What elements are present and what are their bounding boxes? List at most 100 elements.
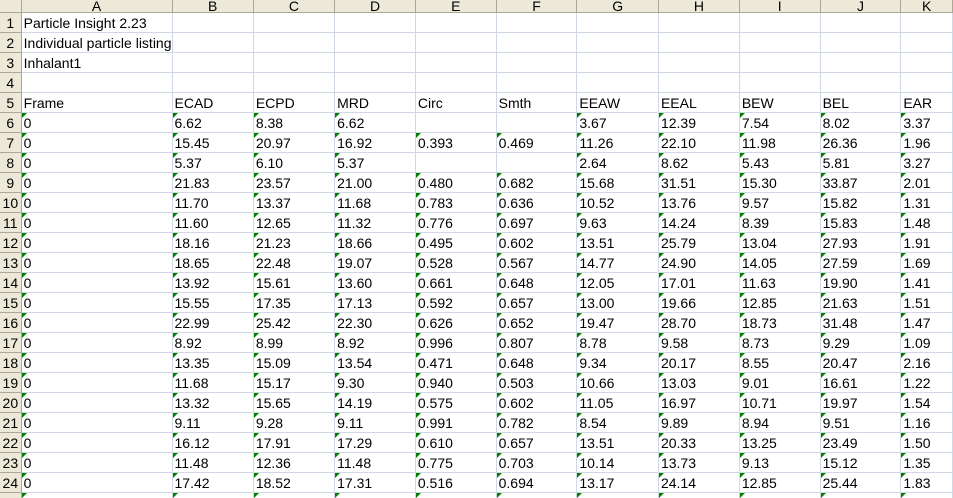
cell-d5[interactable]: MRD: [334, 92, 416, 113]
cell-g2[interactable]: [576, 32, 659, 53]
cell-h20[interactable]: 16.97: [658, 392, 740, 413]
cell-a5[interactable]: Frame: [21, 92, 173, 113]
cell-d18[interactable]: 13.54: [334, 352, 416, 373]
cell-g19[interactable]: 10.66: [576, 372, 659, 393]
cell-e5[interactable]: Circ: [415, 92, 497, 113]
cell-f1[interactable]: [496, 12, 578, 33]
cell-k24[interactable]: 1.83: [900, 472, 953, 493]
cell-c6[interactable]: 8.38: [253, 112, 336, 133]
cell-c16[interactable]: 25.42: [253, 312, 336, 333]
cell-k21[interactable]: 1.16: [900, 412, 953, 433]
cell-k25[interactable]: 1.20: [900, 492, 953, 498]
cell-c20[interactable]: 15.65: [253, 392, 336, 413]
cell-j23[interactable]: 15.12: [820, 452, 902, 473]
cell-g22[interactable]: 13.51: [576, 432, 659, 453]
cell-g13[interactable]: 14.77: [576, 252, 659, 273]
cell-c13[interactable]: 22.48: [253, 252, 336, 273]
cell-a13[interactable]: 0: [21, 252, 173, 273]
cell-d14[interactable]: 13.60: [334, 272, 416, 293]
cell-e4[interactable]: [415, 72, 497, 93]
cell-k19[interactable]: 1.22: [900, 372, 953, 393]
row-header[interactable]: 8: [0, 152, 22, 173]
cell-k7[interactable]: 1.96: [900, 132, 953, 153]
cell-f6[interactable]: [496, 112, 578, 133]
cell-f10[interactable]: 0.636: [496, 192, 578, 213]
cell-b7[interactable]: 15.45: [172, 132, 254, 153]
cell-a2[interactable]: Individual particle listing: [21, 32, 173, 53]
row-header[interactable]: 12: [0, 232, 22, 253]
cell-f7[interactable]: 0.469: [496, 132, 578, 153]
column-header-h[interactable]: H: [658, 0, 740, 13]
cell-j24[interactable]: 25.44: [820, 472, 902, 493]
cell-f25[interactable]: 0.927: [496, 492, 578, 498]
cell-b15[interactable]: 15.55: [172, 292, 254, 313]
cell-e9[interactable]: 0.480: [415, 172, 497, 193]
cell-i22[interactable]: 13.25: [739, 432, 821, 453]
cell-j11[interactable]: 15.83: [820, 212, 902, 233]
cell-a1[interactable]: Particle Insight 2.23: [21, 12, 173, 33]
cell-k10[interactable]: 1.31: [900, 192, 953, 213]
cell-e16[interactable]: 0.626: [415, 312, 497, 333]
cell-k8[interactable]: 3.27: [900, 152, 953, 173]
cell-e10[interactable]: 0.783: [415, 192, 497, 213]
cell-e12[interactable]: 0.495: [415, 232, 497, 253]
cell-j18[interactable]: 20.47: [820, 352, 902, 373]
cell-f22[interactable]: 0.657: [496, 432, 578, 453]
row-header[interactable]: 24: [0, 472, 22, 493]
cell-i10[interactable]: 9.57: [739, 192, 821, 213]
cell-d17[interactable]: 8.92: [334, 332, 416, 353]
cell-b11[interactable]: 11.60: [172, 212, 254, 233]
cell-d15[interactable]: 17.13: [334, 292, 416, 313]
cell-e22[interactable]: 0.610: [415, 432, 497, 453]
cell-h23[interactable]: 13.73: [658, 452, 740, 473]
cell-a4[interactable]: [21, 72, 173, 93]
cell-e19[interactable]: 0.940: [415, 372, 497, 393]
row-header[interactable]: 19: [0, 372, 22, 393]
cell-f3[interactable]: [496, 52, 578, 73]
row-header[interactable]: 16: [0, 312, 22, 333]
cell-k18[interactable]: 2.16: [900, 352, 953, 373]
cell-e11[interactable]: 0.776: [415, 212, 497, 233]
cell-h8[interactable]: 8.62: [658, 152, 740, 173]
cell-d25[interactable]: 11.96: [334, 492, 416, 498]
cell-g7[interactable]: 11.26: [576, 132, 659, 153]
cell-j21[interactable]: 9.51: [820, 412, 902, 433]
cell-k6[interactable]: 3.37: [900, 112, 953, 133]
cell-h21[interactable]: 9.89: [658, 412, 740, 433]
select-all-corner[interactable]: [0, 0, 22, 13]
row-header[interactable]: 25: [0, 492, 22, 498]
cell-e24[interactable]: 0.516: [415, 472, 497, 493]
cell-k13[interactable]: 1.69: [900, 252, 953, 273]
cell-i18[interactable]: 8.55: [739, 352, 821, 373]
cell-b22[interactable]: 16.12: [172, 432, 254, 453]
cell-h15[interactable]: 19.66: [658, 292, 740, 313]
cell-i17[interactable]: 8.73: [739, 332, 821, 353]
cell-a9[interactable]: 0: [21, 172, 173, 193]
cell-e15[interactable]: 0.592: [415, 292, 497, 313]
cell-d23[interactable]: 11.48: [334, 452, 416, 473]
column-header-e[interactable]: E: [415, 0, 497, 13]
column-header-d[interactable]: D: [334, 0, 416, 13]
column-header-b[interactable]: B: [172, 0, 254, 13]
cell-c21[interactable]: 9.28: [253, 412, 336, 433]
cell-f24[interactable]: 0.694: [496, 472, 578, 493]
cell-e3[interactable]: [415, 52, 497, 73]
row-header[interactable]: 11: [0, 212, 22, 233]
cell-a22[interactable]: 0: [21, 432, 173, 453]
cell-f5[interactable]: Smth: [496, 92, 578, 113]
cell-a17[interactable]: 0: [21, 332, 173, 353]
cell-b14[interactable]: 13.92: [172, 272, 254, 293]
cell-f16[interactable]: 0.652: [496, 312, 578, 333]
row-header[interactable]: 6: [0, 112, 22, 133]
cell-c25[interactable]: 11.68: [253, 492, 336, 498]
cell-a16[interactable]: 0: [21, 312, 173, 333]
cell-g15[interactable]: 13.00: [576, 292, 659, 313]
cell-k5[interactable]: EAR: [900, 92, 953, 113]
cell-b5[interactable]: ECAD: [172, 92, 254, 113]
cell-f14[interactable]: 0.648: [496, 272, 578, 293]
cell-i14[interactable]: 11.63: [739, 272, 821, 293]
cell-c17[interactable]: 8.99: [253, 332, 336, 353]
cell-j2[interactable]: [820, 32, 902, 53]
cell-k11[interactable]: 1.48: [900, 212, 953, 233]
cell-a19[interactable]: 0: [21, 372, 173, 393]
